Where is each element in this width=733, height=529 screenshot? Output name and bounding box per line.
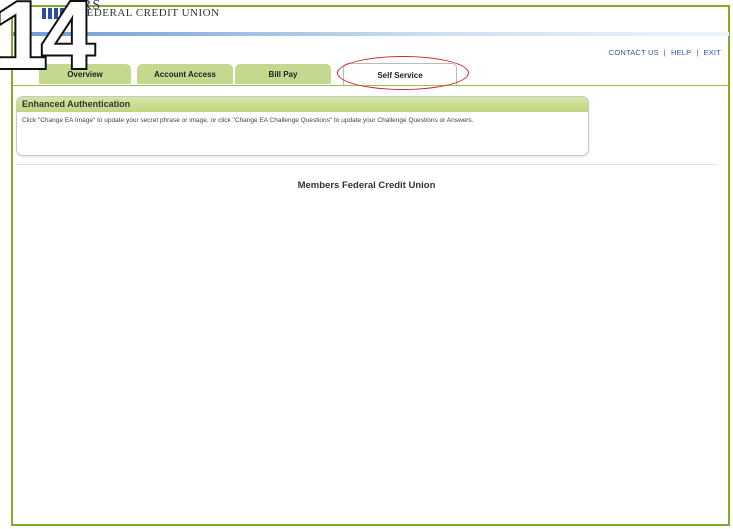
step-badge: 14 <box>0 0 180 74</box>
link-separator: | <box>696 48 699 57</box>
contact-us-link[interactable]: CONTACT US <box>609 48 659 57</box>
help-link[interactable]: HELP <box>671 48 691 57</box>
step-number: 14 <box>0 0 94 74</box>
content-divider <box>16 164 716 165</box>
link-separator: | <box>663 48 666 57</box>
highlight-annotation <box>337 56 469 90</box>
enhanced-authentication-panel: Enhanced Authentication Click "Change EA… <box>16 96 589 156</box>
panel-title: Enhanced Authentication <box>17 97 588 112</box>
panel-instructions: Click "Change EA Image" to update your s… <box>22 117 474 124</box>
page-footer-title: Members Federal Credit Union <box>297 180 436 191</box>
tab-bill-pay[interactable]: Bill Pay <box>235 64 331 84</box>
top-links: CONTACT US | HELP | EXIT <box>609 48 721 57</box>
exit-link[interactable]: EXIT <box>704 48 721 57</box>
